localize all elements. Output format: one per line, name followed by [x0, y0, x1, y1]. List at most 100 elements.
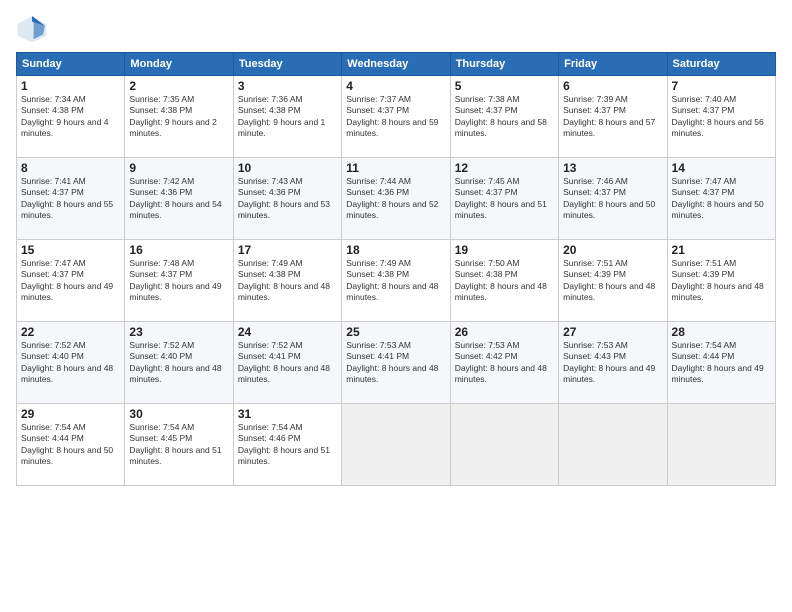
table-row: 28Sunrise: 7:54 AMSunset: 4:44 PMDayligh…	[667, 322, 775, 404]
day-number: 25	[346, 325, 445, 339]
day-number: 29	[21, 407, 120, 421]
day-number: 17	[238, 243, 337, 257]
weekday-header-saturday: Saturday	[667, 53, 775, 76]
table-row: 15Sunrise: 7:47 AMSunset: 4:37 PMDayligh…	[17, 240, 125, 322]
day-detail: Sunrise: 7:54 AMSunset: 4:46 PMDaylight:…	[238, 422, 337, 468]
table-row: 9Sunrise: 7:42 AMSunset: 4:36 PMDaylight…	[125, 158, 233, 240]
table-row: 16Sunrise: 7:48 AMSunset: 4:37 PMDayligh…	[125, 240, 233, 322]
day-detail: Sunrise: 7:45 AMSunset: 4:37 PMDaylight:…	[455, 176, 554, 222]
day-number: 31	[238, 407, 337, 421]
day-detail: Sunrise: 7:40 AMSunset: 4:37 PMDaylight:…	[672, 94, 771, 140]
day-number: 14	[672, 161, 771, 175]
table-row: 8Sunrise: 7:41 AMSunset: 4:37 PMDaylight…	[17, 158, 125, 240]
day-detail: Sunrise: 7:54 AMSunset: 4:44 PMDaylight:…	[21, 422, 120, 468]
day-detail: Sunrise: 7:54 AMSunset: 4:45 PMDaylight:…	[129, 422, 228, 468]
calendar-header-row: SundayMondayTuesdayWednesdayThursdayFrid…	[17, 53, 776, 76]
table-row	[667, 404, 775, 486]
day-number: 8	[21, 161, 120, 175]
table-row: 13Sunrise: 7:46 AMSunset: 4:37 PMDayligh…	[559, 158, 667, 240]
day-detail: Sunrise: 7:47 AMSunset: 4:37 PMDaylight:…	[672, 176, 771, 222]
day-detail: Sunrise: 7:48 AMSunset: 4:37 PMDaylight:…	[129, 258, 228, 304]
day-detail: Sunrise: 7:50 AMSunset: 4:38 PMDaylight:…	[455, 258, 554, 304]
day-number: 18	[346, 243, 445, 257]
table-row: 4Sunrise: 7:37 AMSunset: 4:37 PMDaylight…	[342, 76, 450, 158]
day-number: 28	[672, 325, 771, 339]
calendar-week-1: 1Sunrise: 7:34 AMSunset: 4:38 PMDaylight…	[17, 76, 776, 158]
day-number: 26	[455, 325, 554, 339]
table-row	[450, 404, 558, 486]
calendar-week-3: 15Sunrise: 7:47 AMSunset: 4:37 PMDayligh…	[17, 240, 776, 322]
day-detail: Sunrise: 7:52 AMSunset: 4:40 PMDaylight:…	[21, 340, 120, 386]
day-number: 22	[21, 325, 120, 339]
logo	[16, 12, 52, 44]
table-row	[559, 404, 667, 486]
day-detail: Sunrise: 7:52 AMSunset: 4:41 PMDaylight:…	[238, 340, 337, 386]
calendar-week-2: 8Sunrise: 7:41 AMSunset: 4:37 PMDaylight…	[17, 158, 776, 240]
day-number: 13	[563, 161, 662, 175]
table-row: 6Sunrise: 7:39 AMSunset: 4:37 PMDaylight…	[559, 76, 667, 158]
table-row: 17Sunrise: 7:49 AMSunset: 4:38 PMDayligh…	[233, 240, 341, 322]
day-number: 1	[21, 79, 120, 93]
day-number: 20	[563, 243, 662, 257]
weekday-header-thursday: Thursday	[450, 53, 558, 76]
day-detail: Sunrise: 7:39 AMSunset: 4:37 PMDaylight:…	[563, 94, 662, 140]
day-detail: Sunrise: 7:53 AMSunset: 4:42 PMDaylight:…	[455, 340, 554, 386]
day-number: 9	[129, 161, 228, 175]
page-container: SundayMondayTuesdayWednesdayThursdayFrid…	[0, 0, 792, 612]
weekday-header-tuesday: Tuesday	[233, 53, 341, 76]
day-detail: Sunrise: 7:47 AMSunset: 4:37 PMDaylight:…	[21, 258, 120, 304]
calendar-week-5: 29Sunrise: 7:54 AMSunset: 4:44 PMDayligh…	[17, 404, 776, 486]
day-detail: Sunrise: 7:54 AMSunset: 4:44 PMDaylight:…	[672, 340, 771, 386]
table-row: 10Sunrise: 7:43 AMSunset: 4:36 PMDayligh…	[233, 158, 341, 240]
table-row: 18Sunrise: 7:49 AMSunset: 4:38 PMDayligh…	[342, 240, 450, 322]
day-detail: Sunrise: 7:46 AMSunset: 4:37 PMDaylight:…	[563, 176, 662, 222]
table-row: 25Sunrise: 7:53 AMSunset: 4:41 PMDayligh…	[342, 322, 450, 404]
table-row: 14Sunrise: 7:47 AMSunset: 4:37 PMDayligh…	[667, 158, 775, 240]
day-detail: Sunrise: 7:53 AMSunset: 4:41 PMDaylight:…	[346, 340, 445, 386]
table-row: 3Sunrise: 7:36 AMSunset: 4:38 PMDaylight…	[233, 76, 341, 158]
day-detail: Sunrise: 7:49 AMSunset: 4:38 PMDaylight:…	[238, 258, 337, 304]
table-row: 20Sunrise: 7:51 AMSunset: 4:39 PMDayligh…	[559, 240, 667, 322]
day-detail: Sunrise: 7:42 AMSunset: 4:36 PMDaylight:…	[129, 176, 228, 222]
table-row: 31Sunrise: 7:54 AMSunset: 4:46 PMDayligh…	[233, 404, 341, 486]
table-row: 21Sunrise: 7:51 AMSunset: 4:39 PMDayligh…	[667, 240, 775, 322]
day-number: 11	[346, 161, 445, 175]
table-row: 5Sunrise: 7:38 AMSunset: 4:37 PMDaylight…	[450, 76, 558, 158]
day-detail: Sunrise: 7:52 AMSunset: 4:40 PMDaylight:…	[129, 340, 228, 386]
table-row: 7Sunrise: 7:40 AMSunset: 4:37 PMDaylight…	[667, 76, 775, 158]
calendar-week-4: 22Sunrise: 7:52 AMSunset: 4:40 PMDayligh…	[17, 322, 776, 404]
day-number: 19	[455, 243, 554, 257]
day-detail: Sunrise: 7:51 AMSunset: 4:39 PMDaylight:…	[563, 258, 662, 304]
weekday-header-wednesday: Wednesday	[342, 53, 450, 76]
day-detail: Sunrise: 7:51 AMSunset: 4:39 PMDaylight:…	[672, 258, 771, 304]
weekday-header-friday: Friday	[559, 53, 667, 76]
day-number: 7	[672, 79, 771, 93]
day-number: 2	[129, 79, 228, 93]
day-number: 3	[238, 79, 337, 93]
weekday-header-sunday: Sunday	[17, 53, 125, 76]
day-detail: Sunrise: 7:38 AMSunset: 4:37 PMDaylight:…	[455, 94, 554, 140]
table-row: 11Sunrise: 7:44 AMSunset: 4:36 PMDayligh…	[342, 158, 450, 240]
table-row: 30Sunrise: 7:54 AMSunset: 4:45 PMDayligh…	[125, 404, 233, 486]
day-number: 15	[21, 243, 120, 257]
table-row: 1Sunrise: 7:34 AMSunset: 4:38 PMDaylight…	[17, 76, 125, 158]
table-row	[342, 404, 450, 486]
day-detail: Sunrise: 7:35 AMSunset: 4:38 PMDaylight:…	[129, 94, 228, 140]
day-number: 23	[129, 325, 228, 339]
calendar-body: 1Sunrise: 7:34 AMSunset: 4:38 PMDaylight…	[17, 76, 776, 486]
day-number: 21	[672, 243, 771, 257]
day-number: 27	[563, 325, 662, 339]
table-row: 24Sunrise: 7:52 AMSunset: 4:41 PMDayligh…	[233, 322, 341, 404]
day-detail: Sunrise: 7:43 AMSunset: 4:36 PMDaylight:…	[238, 176, 337, 222]
day-number: 16	[129, 243, 228, 257]
day-detail: Sunrise: 7:44 AMSunset: 4:36 PMDaylight:…	[346, 176, 445, 222]
day-number: 10	[238, 161, 337, 175]
table-row: 2Sunrise: 7:35 AMSunset: 4:38 PMDaylight…	[125, 76, 233, 158]
day-detail: Sunrise: 7:49 AMSunset: 4:38 PMDaylight:…	[346, 258, 445, 304]
day-detail: Sunrise: 7:36 AMSunset: 4:38 PMDaylight:…	[238, 94, 337, 140]
calendar-table: SundayMondayTuesdayWednesdayThursdayFrid…	[16, 52, 776, 486]
day-detail: Sunrise: 7:41 AMSunset: 4:37 PMDaylight:…	[21, 176, 120, 222]
day-number: 12	[455, 161, 554, 175]
table-row: 27Sunrise: 7:53 AMSunset: 4:43 PMDayligh…	[559, 322, 667, 404]
table-row: 22Sunrise: 7:52 AMSunset: 4:40 PMDayligh…	[17, 322, 125, 404]
